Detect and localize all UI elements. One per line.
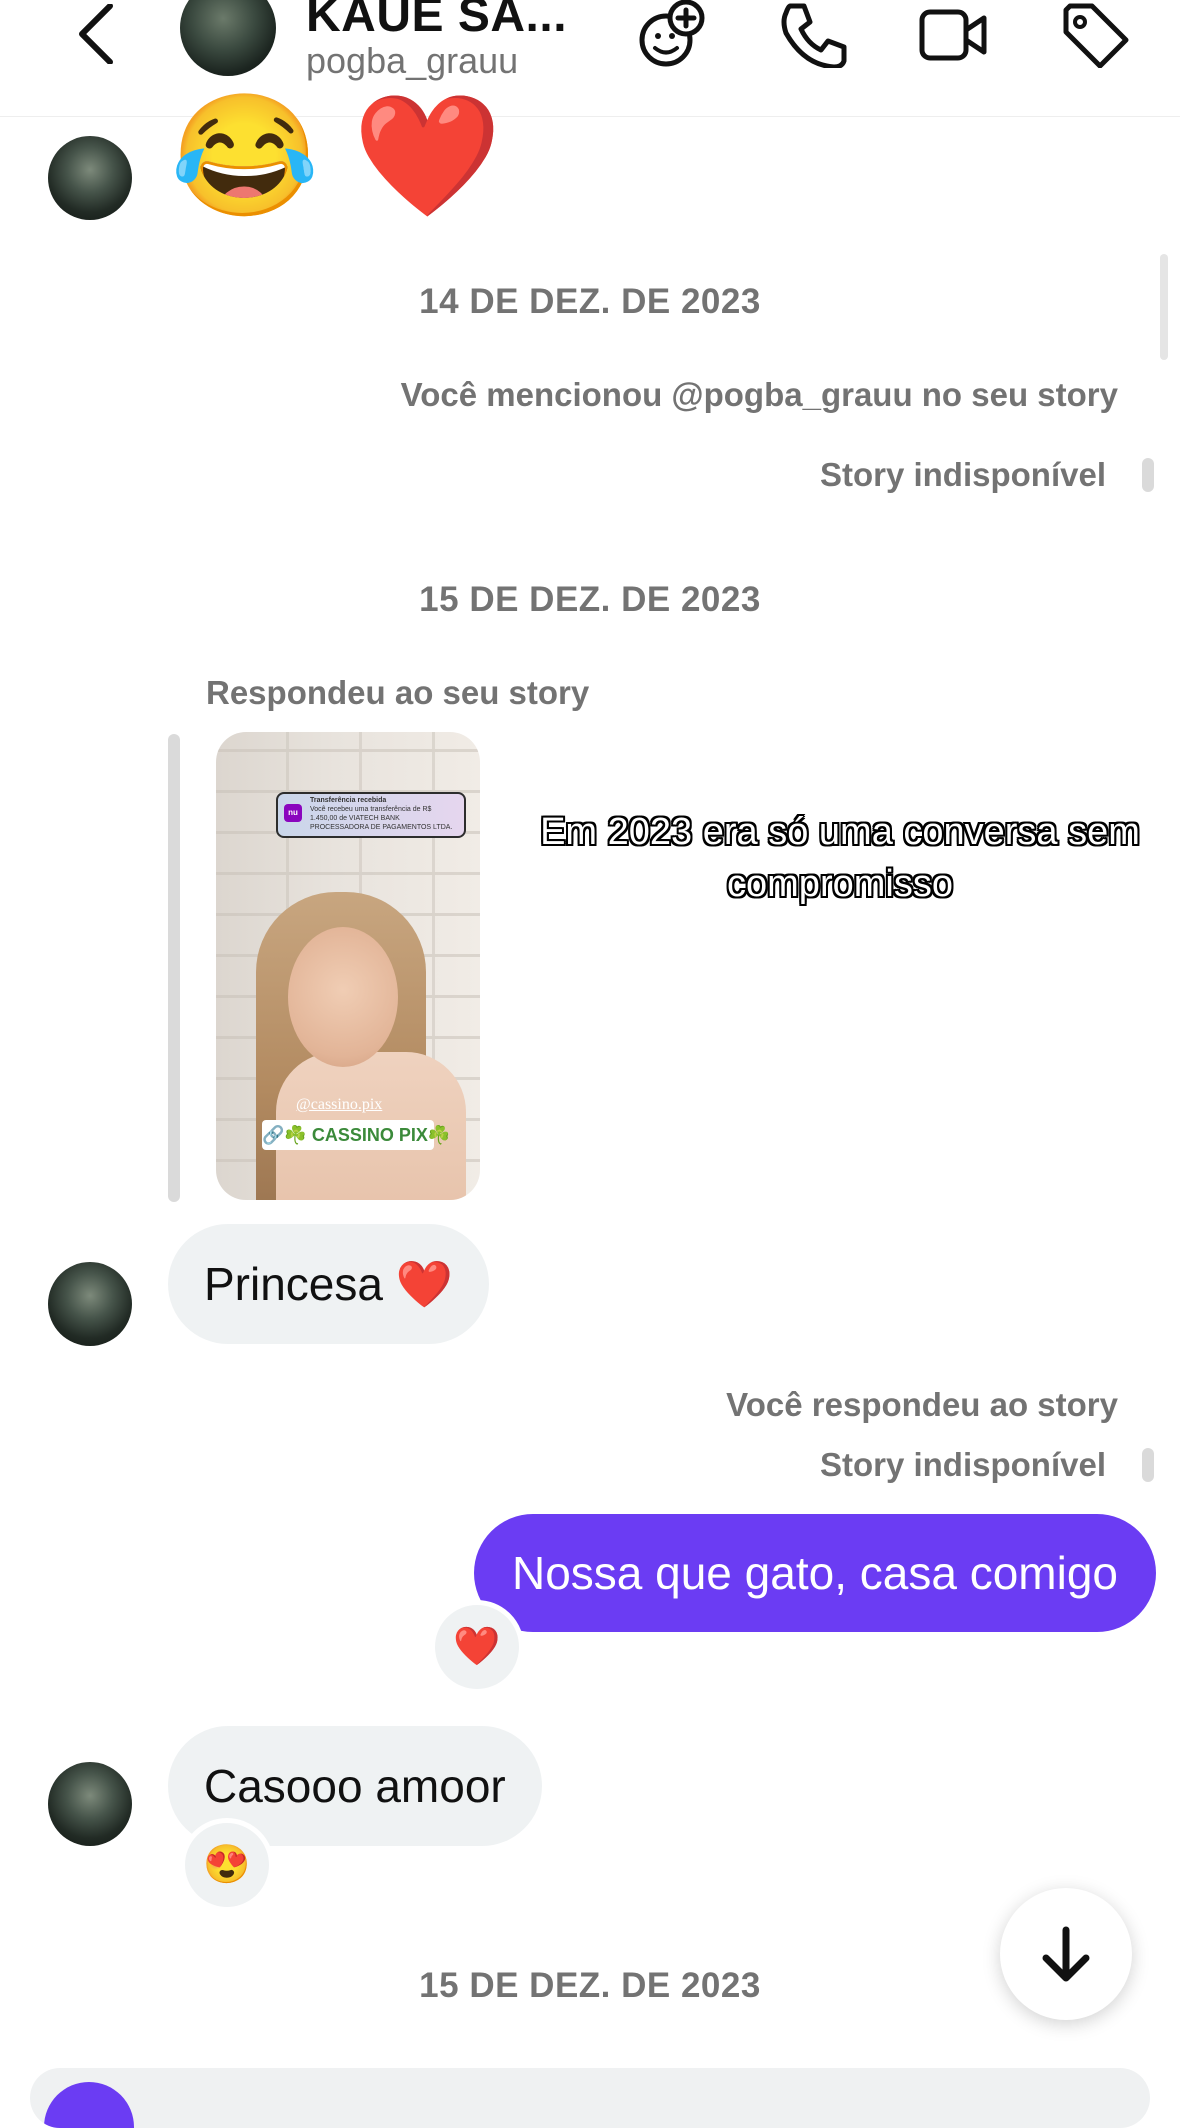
contact-avatar[interactable]	[180, 0, 276, 76]
tag-icon[interactable]	[1060, 0, 1132, 69]
story-unavailable-label: Story indisponível	[819, 456, 1106, 493]
video-icon[interactable]	[918, 0, 990, 68]
incoming-message[interactable]: Princesa ❤️	[168, 1224, 490, 1344]
sender-avatar[interactable]	[48, 136, 132, 220]
story-notification: nu Transferência recebida Você recebeu u…	[276, 792, 466, 838]
notif-body: Você recebeu uma transferência de R$ 1.4…	[310, 806, 453, 831]
contact-name[interactable]: KAUE SA...	[306, 0, 567, 43]
mention-note: Você mencionou @pogba_grauu no seu story	[400, 376, 1118, 413]
video-caption-overlay: Em 2023 era só uma conversa sem compromi…	[539, 810, 1141, 906]
message-composer[interactable]	[30, 2068, 1150, 2128]
phone-icon[interactable]	[776, 0, 848, 70]
contact-username[interactable]: pogba_grauu	[306, 40, 518, 82]
story-person-face	[288, 927, 398, 1067]
date-separator: 14 DE DEZ. DE 2023	[419, 282, 761, 321]
sender-avatar[interactable]	[48, 1762, 132, 1846]
scroll-to-bottom-button[interactable]	[1000, 1888, 1132, 2020]
bank-logo-icon: nu	[284, 804, 302, 822]
story-thumbnail[interactable]: nu Transferência recebida Você recebeu u…	[216, 732, 480, 1200]
outgoing-message[interactable]: Nossa que gato, casa comigo	[473, 1514, 1156, 1632]
sender-avatar[interactable]	[48, 1262, 132, 1346]
back-icon[interactable]	[72, 3, 122, 65]
story-reply-bar	[1142, 458, 1154, 492]
effects-icon[interactable]	[636, 0, 708, 68]
story-reply-bar	[168, 734, 180, 1202]
camera-button[interactable]	[44, 2082, 134, 2128]
you-replied-note: Você respondeu ao story	[726, 1386, 1118, 1423]
replied-story-note: Respondeu ao seu story	[206, 674, 590, 711]
message-reaction[interactable]: ❤️	[430, 1600, 524, 1694]
message-reaction[interactable]: 😍	[180, 1818, 274, 1912]
story-reply-bar	[1142, 1448, 1154, 1482]
story-unavailable-label: Story indisponível	[819, 1446, 1106, 1483]
emoji-message[interactable]: 😂 ❤️	[170, 96, 502, 216]
arrow-down-icon	[1042, 1926, 1090, 1982]
story-mention: @cassino.pix	[296, 1096, 383, 1113]
date-separator: 15 DE DEZ. DE 2023	[419, 580, 761, 619]
story-link-sticker: 🔗☘️ CASSINO PIX☘️	[262, 1120, 450, 1150]
notif-title: Transferência recebida	[310, 797, 387, 804]
